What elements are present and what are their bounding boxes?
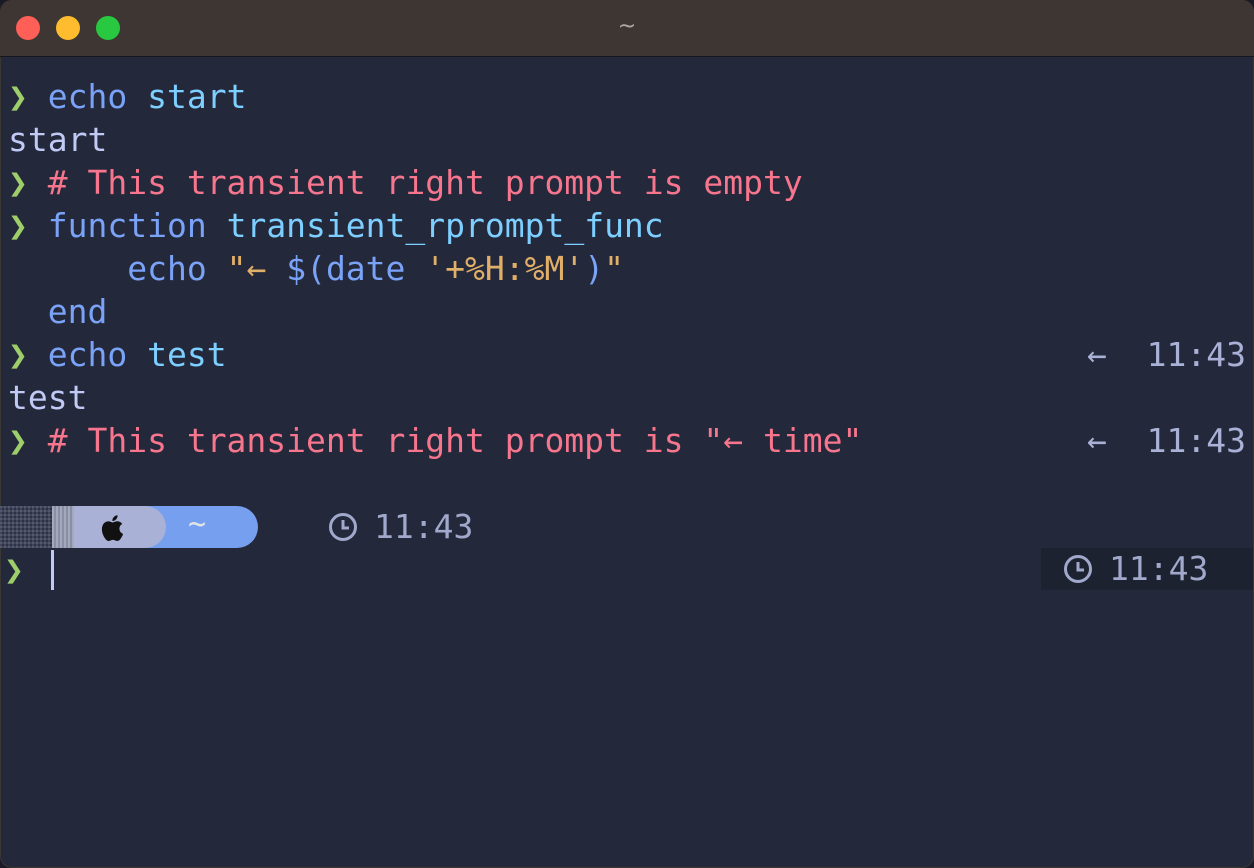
command: function — [47, 206, 207, 245]
title-bar[interactable]: ~ — [0, 0, 1254, 57]
string: '+%H:%M' — [405, 249, 585, 288]
right-prompt-time: 11:43 — [1041, 548, 1253, 590]
apple-icon — [101, 515, 124, 541]
argument: start — [147, 77, 247, 116]
comment: # This transient right prompt is "← time… — [47, 421, 863, 460]
prompt-arrow: ❯ — [8, 421, 28, 460]
string-close: " — [604, 249, 624, 288]
history-line: ❯ echo test — [8, 333, 227, 376]
history-line: ❯ # This transient right prompt is empty — [8, 161, 803, 204]
dither-segment-light — [52, 506, 74, 548]
directory-label: ~ — [188, 507, 207, 542]
right-time-label: 11:43 — [1109, 549, 1209, 588]
prompt-arrow: ❯ — [8, 206, 28, 245]
window-title: ~ — [617, 14, 637, 39]
substitution: $(date — [286, 249, 406, 288]
transient-right-prompt: ← 11:43 — [1087, 421, 1246, 460]
history-line: end — [8, 290, 108, 333]
string: "← — [226, 249, 287, 288]
command: end — [47, 292, 108, 331]
substitution-close: ) — [584, 249, 605, 288]
transient-right-prompt: ← 11:43 — [1087, 335, 1246, 374]
command: echo — [127, 249, 207, 288]
command: echo — [47, 335, 128, 374]
prompt-arrow: ❯ — [8, 335, 28, 374]
powerline-prompt: ~ 11:43 — [0, 506, 540, 548]
argument: transient_rprompt_func — [226, 206, 664, 245]
history-line: ❯ function transient_rprompt_func — [8, 204, 664, 247]
history-line: ❯ echo start — [8, 75, 246, 118]
terminal-window: ~ ❯ echo start start ❯ # This transient … — [0, 0, 1254, 868]
clock-icon — [1064, 555, 1092, 583]
clock-icon — [329, 513, 357, 541]
output-line: test — [8, 378, 88, 417]
text-cursor — [51, 550, 54, 590]
current-prompt: ❯ — [4, 548, 24, 591]
terminal-content[interactable]: ❯ echo start start ❯ # This transient ri… — [0, 57, 1254, 868]
prompt-arrow: ❯ — [8, 163, 28, 202]
argument: test — [147, 335, 227, 374]
prompt-arrow: ❯ — [8, 77, 28, 116]
history-line: echo "← $(date '+%H:%M')" — [8, 247, 624, 290]
prompt-arrow: ❯ — [4, 550, 24, 589]
command: echo — [47, 77, 128, 116]
history-line: ❯ # This transient right prompt is "← ti… — [8, 419, 862, 462]
time-label: 11:43 — [374, 507, 474, 546]
comment: # This transient right prompt is empty — [47, 163, 803, 202]
output-line: start — [8, 120, 108, 159]
